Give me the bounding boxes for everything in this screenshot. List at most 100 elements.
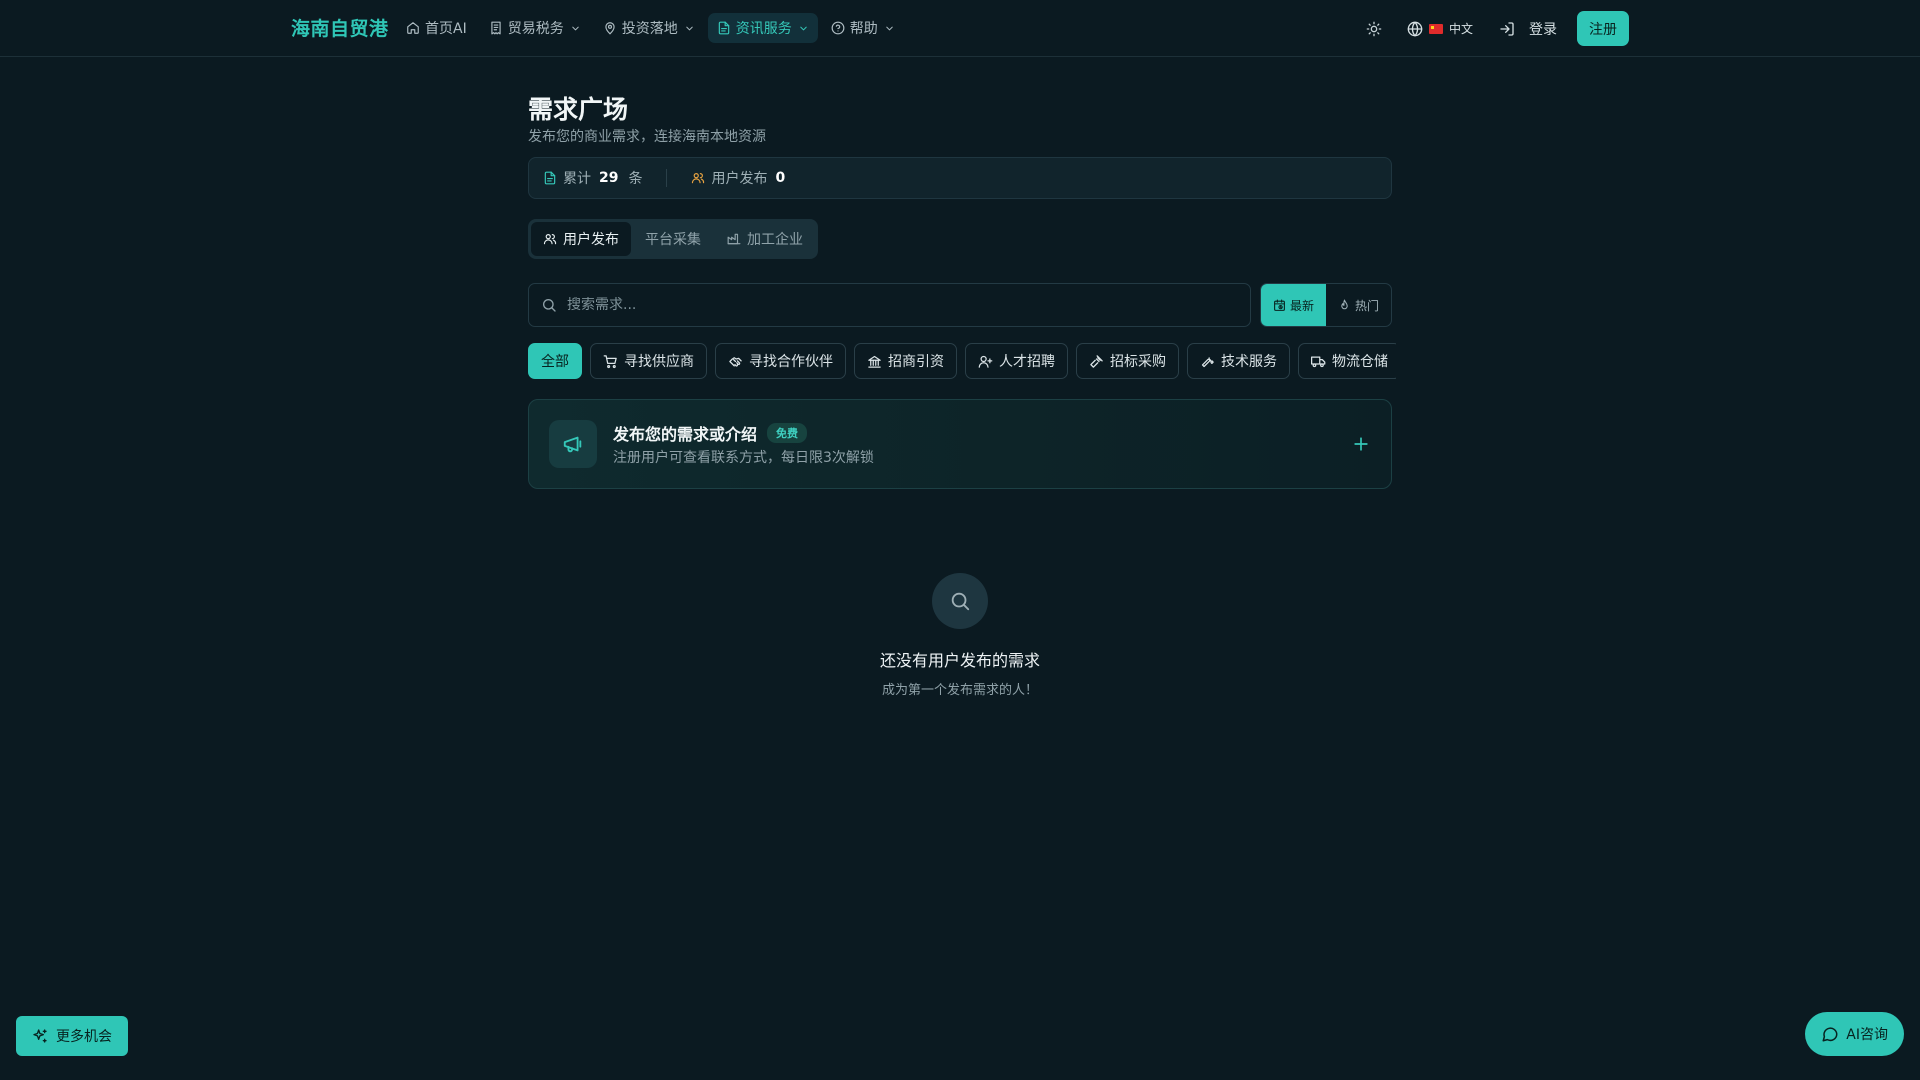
ai-consult-button[interactable]: AI咨询 — [1805, 1012, 1904, 1056]
site-logo[interactable]: 海南自贸港 — [291, 14, 389, 41]
users-icon — [691, 171, 705, 185]
stat-total-unit: 条 — [628, 171, 643, 187]
category-recruitment[interactable]: 人才招聘 — [965, 343, 1068, 379]
publish-title-row: 发布您的需求或介绍 免费 — [613, 422, 874, 444]
nav-item-label: 帮助 — [849, 21, 878, 37]
nav-item-home[interactable]: 首页AI — [397, 13, 476, 43]
document-icon — [717, 21, 731, 35]
sparkles-icon — [32, 1028, 48, 1044]
nav-item-trade-tax[interactable]: 贸易税务 — [480, 13, 590, 43]
chevron-down-icon — [797, 23, 809, 34]
help-circle-icon — [831, 21, 845, 35]
tab-processing-companies[interactable]: 加工企业 — [715, 222, 815, 256]
tab-label: 用户发布 — [563, 232, 619, 248]
empty-state-subtitle: 成为第一个发布需求的人！ — [881, 683, 1038, 698]
nav-actions: 中文 登录 注册 — [1357, 11, 1629, 46]
language-label: 中文 — [1448, 22, 1473, 36]
bank-icon — [867, 354, 882, 369]
nav-item-label: 贸易税务 — [507, 21, 564, 37]
flame-icon — [1338, 299, 1351, 312]
tab-user-published[interactable]: 用户发布 — [531, 222, 631, 256]
sort-hot-button[interactable]: 热门 — [1326, 284, 1391, 326]
sort-hot-label: 热门 — [1354, 298, 1379, 313]
stat-user-value: 0 — [775, 170, 786, 186]
calendar-clock-icon — [1273, 299, 1286, 312]
category-investment-attraction[interactable]: 招商引资 — [854, 343, 957, 379]
tab-platform-collected[interactable]: 平台采集 — [633, 222, 713, 256]
category-label: 人才招聘 — [999, 354, 1055, 370]
publish-subtitle: 注册用户可查看联系方式，每日限3次解锁 — [613, 449, 874, 466]
search-input[interactable] — [567, 297, 1238, 313]
ai-consult-label: AI咨询 — [1846, 1027, 1888, 1043]
nav-item-info-services[interactable]: 资讯服务 — [707, 13, 818, 43]
register-button[interactable]: 注册 — [1577, 11, 1629, 46]
cart-icon — [603, 354, 618, 369]
plus-icon[interactable] — [1351, 434, 1371, 454]
chevron-down-icon — [569, 23, 581, 34]
sun-icon — [1366, 21, 1382, 37]
more-opportunities-label: 更多机会 — [56, 1029, 112, 1045]
stat-total-label: 累计 — [563, 171, 591, 187]
stat-user-label: 用户发布 — [711, 171, 768, 187]
empty-state-title: 还没有用户发布的需求 — [879, 651, 1040, 670]
map-pin-icon — [603, 21, 617, 35]
more-opportunities-button[interactable]: 更多机会 — [16, 1016, 128, 1056]
nav-item-help[interactable]: 帮助 — [822, 13, 904, 43]
category-find-supplier[interactable]: 寻找供应商 — [590, 343, 707, 379]
empty-state: 还没有用户发布的需求 成为第一个发布需求的人！ — [528, 573, 1392, 698]
chat-bubble-icon — [1821, 1025, 1839, 1043]
handshake-icon — [728, 354, 743, 369]
stats-bar: 累计 29 条 用户发布 0 — [528, 157, 1392, 199]
page-title: 需求广场 — [528, 95, 629, 124]
stat-total-value: 29 — [599, 170, 619, 186]
search-icon — [541, 297, 557, 313]
category-label: 招标采购 — [1110, 354, 1166, 370]
source-tabs: 用户发布 平台采集 加工企业 — [528, 219, 818, 259]
search-box — [528, 283, 1251, 327]
category-all[interactable]: 全部 — [528, 343, 582, 379]
publish-title: 发布您的需求或介绍 — [613, 424, 758, 444]
tab-label: 平台采集 — [645, 232, 701, 248]
category-label: 技术服务 — [1221, 354, 1277, 370]
category-label: 寻找供应商 — [624, 354, 694, 370]
nav-item-label: 投资落地 — [621, 21, 678, 37]
search-icon — [932, 573, 988, 629]
users-icon — [543, 232, 557, 246]
nav-item-investment[interactable]: 投资落地 — [594, 13, 704, 43]
page-subtitle: 发布您的商业需求，连接海南本地资源 — [528, 129, 766, 145]
truck-icon — [1311, 354, 1326, 369]
category-label: 寻找合作伙伴 — [749, 354, 833, 370]
login-button[interactable]: 登录 — [1487, 12, 1569, 46]
theme-toggle-button[interactable] — [1357, 12, 1391, 46]
category-bidding-procurement[interactable]: 招标采购 — [1076, 343, 1179, 379]
stat-total: 累计 29 条 — [543, 168, 642, 188]
wrench-icon — [1200, 354, 1215, 369]
megaphone-icon — [549, 420, 597, 468]
tab-label: 加工企业 — [747, 232, 803, 248]
chevron-down-icon — [683, 23, 695, 34]
sort-latest-label: 最新 — [1289, 298, 1314, 313]
free-badge: 免费 — [767, 422, 808, 443]
chevron-down-icon — [883, 23, 895, 34]
publish-demand-card[interactable]: 发布您的需求或介绍 免费 注册用户可查看联系方式，每日限3次解锁 — [528, 399, 1392, 489]
category-filter: 全部 寻找供应商 寻找合作伙伴 招商引资 人才招聘 招标采购 技术服务 物流仓储 — [528, 343, 1396, 379]
publish-text: 发布您的需求或介绍 免费 注册用户可查看联系方式，每日限3次解锁 — [613, 422, 874, 467]
login-label: 登录 — [1529, 21, 1557, 38]
category-label: 招商引资 — [888, 354, 944, 370]
document-icon — [543, 171, 557, 185]
sort-toggle: 最新 热门 — [1259, 283, 1392, 327]
language-selector[interactable]: 中文 — [1397, 12, 1483, 46]
main-content: 需求广场 发布您的商业需求，连接海南本地资源 累计 29 条 用户发布 0 用户… — [528, 90, 1396, 698]
china-flag-icon — [1428, 23, 1443, 34]
stat-divider — [666, 169, 668, 187]
factory-icon — [727, 232, 741, 246]
category-label: 物流仓储 — [1332, 354, 1388, 370]
login-icon — [1499, 21, 1515, 37]
sort-latest-button[interactable]: 最新 — [1260, 284, 1326, 326]
category-logistics-warehousing[interactable]: 物流仓储 — [1298, 343, 1396, 379]
category-find-partner[interactable]: 寻找合作伙伴 — [715, 343, 846, 379]
stat-user-published: 用户发布 0 — [691, 168, 785, 188]
top-nav: 海南自贸港 首页AI 贸易税务 投资落地 资讯服务 帮助 中文 登录 注册 — [0, 0, 1920, 57]
search-row: 最新 热门 — [528, 283, 1392, 327]
category-tech-services[interactable]: 技术服务 — [1187, 343, 1290, 379]
